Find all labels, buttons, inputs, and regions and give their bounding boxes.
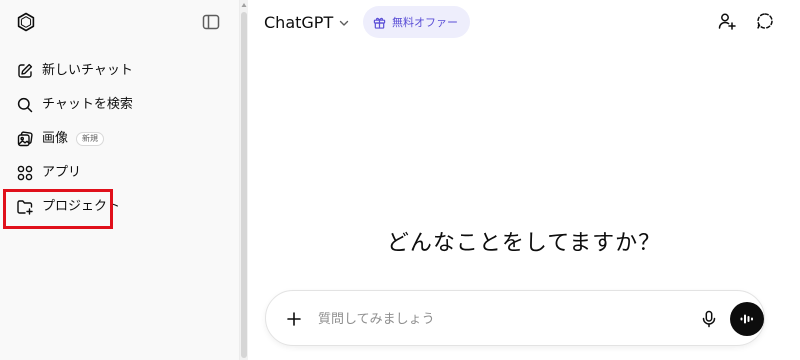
sidebar-toggle-icon[interactable] (201, 12, 221, 32)
page-headline: どんなことをしてますか？ (386, 231, 662, 256)
temporary-chat-icon[interactable] (755, 11, 775, 31)
sidebar-item-apps[interactable]: アプリ (4, 156, 236, 190)
main-panel: ChatGPT 無料オファー どんなことをしてますか？ (248, 0, 800, 360)
microphone-icon[interactable] (699, 309, 719, 329)
compose-icon (18, 63, 33, 78)
sidebar-item-label: アプリ (42, 165, 82, 180)
model-switcher[interactable]: ChatGPT (264, 8, 350, 36)
offer-label: 無料オファー (392, 16, 458, 29)
sidebar-header (0, 0, 240, 44)
apps-grid-icon (17, 165, 33, 181)
voice-mode-icon (740, 314, 753, 324)
composer (265, 290, 765, 346)
plus-icon[interactable] (284, 309, 304, 329)
prompt-input[interactable] (318, 305, 678, 333)
sidebar: 新しいチャット チャットを検索 画像 新規 アプリ プロジェクト (0, 0, 240, 360)
sidebar-item-new-chat[interactable]: 新しいチャット (4, 54, 236, 88)
chatgpt-logo-icon[interactable] (14, 10, 38, 34)
add-person-icon[interactable] (717, 11, 737, 31)
sidebar-item-label: 画像 (42, 131, 69, 146)
highlight-annotation-box (3, 189, 113, 229)
scrollbar-thumb[interactable] (241, 12, 247, 358)
free-offer-button[interactable]: 無料オファー (363, 6, 470, 38)
new-badge: 新規 (76, 132, 105, 146)
sidebar-item-label: 新しいチャット (42, 63, 133, 78)
sidebar-item-label: チャットを検索 (42, 97, 133, 112)
sidebar-item-images[interactable]: 画像 新規 (4, 122, 236, 156)
search-icon (17, 97, 33, 113)
chevron-down-icon (340, 20, 349, 26)
scroll-up-arrow-icon[interactable] (241, 2, 247, 8)
voice-mode-button[interactable] (730, 302, 764, 336)
model-name: ChatGPT (264, 12, 334, 32)
images-icon (17, 131, 33, 147)
sidebar-item-search-chats[interactable]: チャットを検索 (4, 88, 236, 122)
gift-icon (373, 17, 386, 29)
